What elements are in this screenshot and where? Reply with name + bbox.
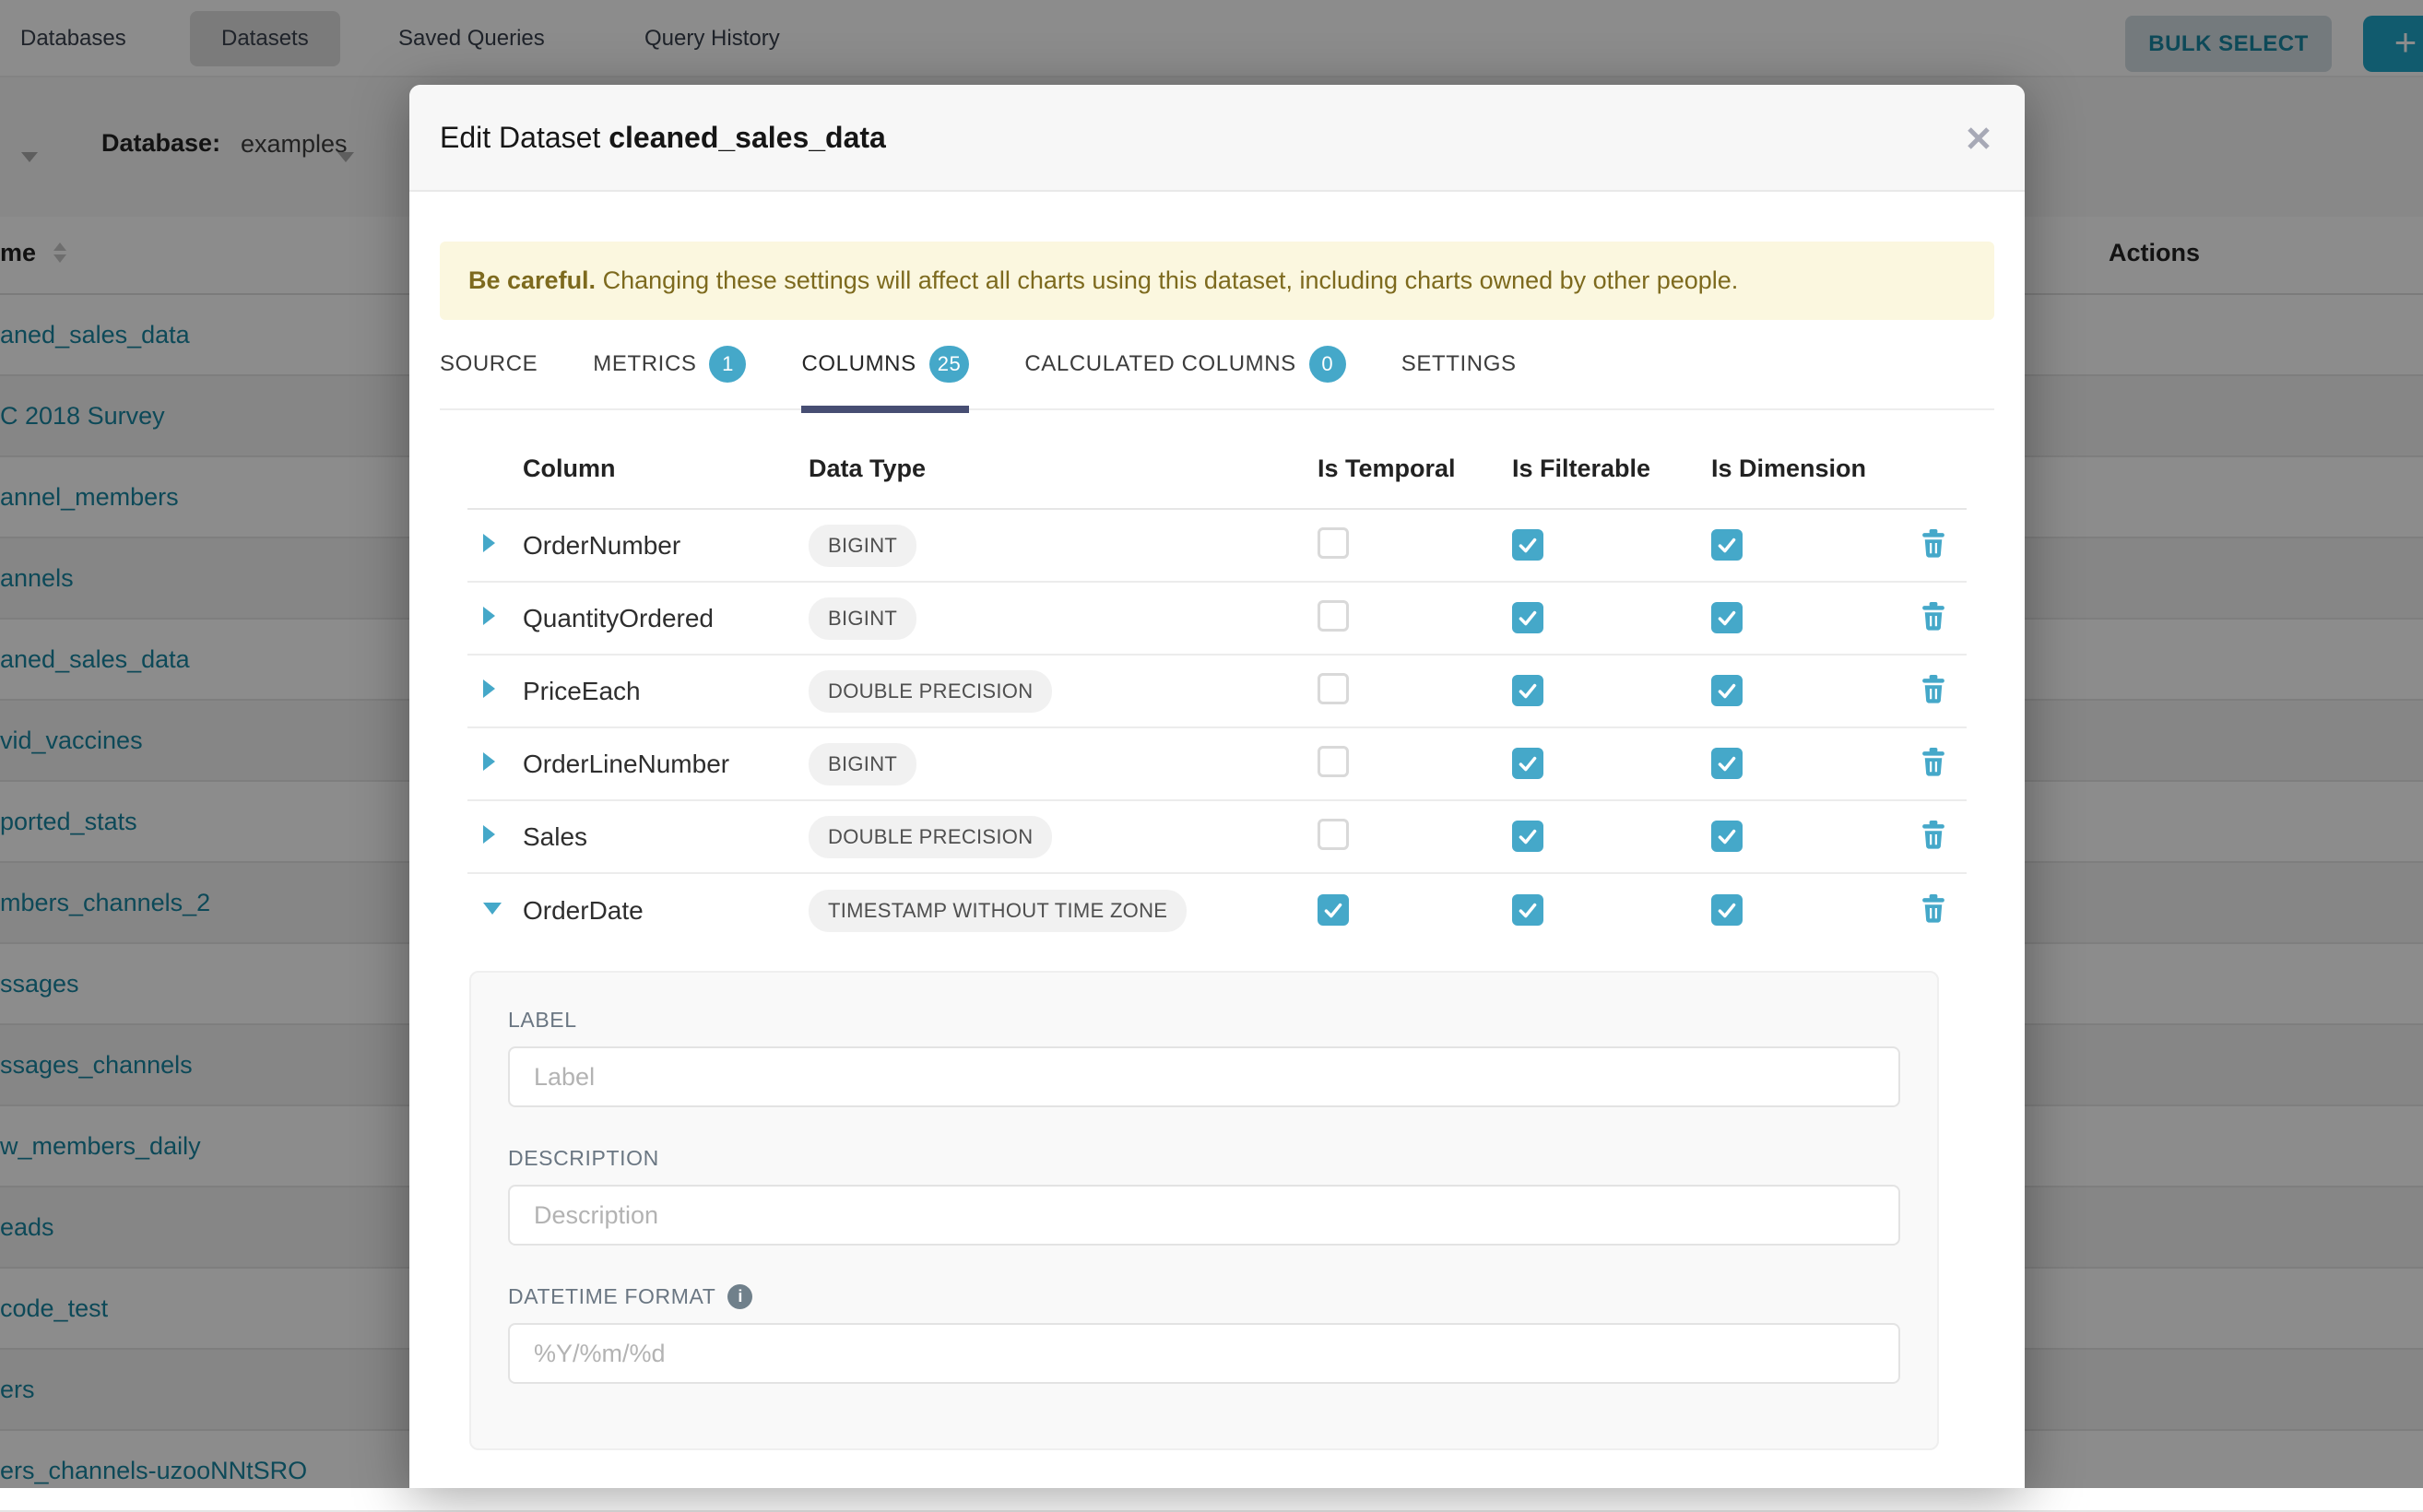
modal-header: Edit Dataset cleaned_sales_data <box>409 85 2025 192</box>
modal-title-prefix: Edit Dataset <box>440 121 609 154</box>
trash-icon[interactable] <box>1920 600 1947 632</box>
is-filterable-checkbox[interactable] <box>1512 821 1543 852</box>
is-filterable-checkbox[interactable] <box>1512 602 1543 633</box>
column-name: QuantityOrdered <box>523 604 809 633</box>
warning-text: Changing these settings will affect all … <box>596 266 1738 294</box>
is-temporal-checkbox[interactable] <box>1318 819 1349 850</box>
modal-title-dataset-name: cleaned_sales_data <box>609 121 886 154</box>
text-input[interactable] <box>508 1185 1900 1246</box>
is-dimension-checkbox[interactable] <box>1711 529 1743 561</box>
data-type-pill: BIGINT <box>809 525 916 567</box>
is-temporal-header: Is Temporal <box>1318 455 1512 483</box>
field-description: DESCRIPTION i <box>508 1146 1900 1246</box>
field-datetime-format: DATETIME FORMAT i <box>508 1284 1900 1384</box>
trash-icon[interactable] <box>1920 673 1947 704</box>
column-row: OrderLineNumber BIGINT <box>467 728 1967 801</box>
trash-icon[interactable] <box>1920 746 1947 777</box>
data-type-pill: DOUBLE PRECISION <box>809 670 1052 713</box>
is-dimension-checkbox[interactable] <box>1711 894 1743 926</box>
is-dimension-checkbox[interactable] <box>1711 602 1743 633</box>
close-icon[interactable] <box>1964 124 1993 153</box>
count-badge: 0 <box>1309 346 1346 383</box>
tab-columns[interactable]: COLUMNS 25 <box>801 320 969 408</box>
text-input[interactable] <box>508 1046 1900 1107</box>
is-dimension-checkbox[interactable] <box>1711 675 1743 706</box>
expand-caret-icon[interactable] <box>483 903 502 915</box>
column-row: QuantityOrdered BIGINT <box>467 583 1967 656</box>
tab-calculated-columns[interactable]: CALCULATED COLUMNS 0 <box>1024 320 1345 408</box>
is-dimension-checkbox[interactable] <box>1711 748 1743 779</box>
warning-bold: Be careful. <box>468 266 596 294</box>
tab-metrics[interactable]: METRICS 1 <box>593 320 746 408</box>
is-filterable-checkbox[interactable] <box>1512 894 1543 926</box>
is-dimension-header: Is Dimension <box>1711 455 1900 483</box>
is-temporal-checkbox[interactable] <box>1318 527 1349 559</box>
is-filterable-header: Is Filterable <box>1512 455 1711 483</box>
data-type-pill: BIGINT <box>809 597 916 640</box>
column-detail-panel: LABEL i DESCRIPTION i DATETIME FORMAT i <box>469 971 1939 1450</box>
is-temporal-checkbox[interactable] <box>1318 600 1349 632</box>
columns-table-header: Column Data Type Is Temporal Is Filterab… <box>467 429 1967 510</box>
field-label: DATETIME FORMAT <box>508 1284 715 1309</box>
field-label: LABEL i <box>508 1008 1900 1107</box>
column-row: OrderDate TIMESTAMP WITHOUT TIME ZONE <box>467 874 1967 947</box>
column-header: Column <box>523 455 809 483</box>
is-filterable-checkbox[interactable] <box>1512 675 1543 706</box>
info-icon[interactable]: i <box>727 1284 752 1309</box>
column-name: OrderNumber <box>523 531 809 561</box>
expand-caret-icon[interactable] <box>483 607 495 625</box>
field-label: DESCRIPTION <box>508 1146 659 1171</box>
warning-banner: Be careful. Changing these settings will… <box>440 242 1994 320</box>
count-badge: 25 <box>929 346 970 383</box>
column-name: PriceEach <box>523 677 809 706</box>
column-name: Sales <box>523 822 809 852</box>
expand-caret-icon[interactable] <box>483 752 495 771</box>
data-type-pill: DOUBLE PRECISION <box>809 816 1052 858</box>
edit-dataset-modal: Edit Dataset cleaned_sales_data Be caref… <box>409 85 2025 1488</box>
modal-body: Be careful. Changing these settings will… <box>409 242 2025 1450</box>
tab-source[interactable]: SOURCE <box>440 320 538 408</box>
column-name: OrderDate <box>523 896 809 926</box>
is-temporal-checkbox[interactable] <box>1318 894 1349 926</box>
text-input[interactable] <box>508 1323 1900 1384</box>
column-name: OrderLineNumber <box>523 750 809 779</box>
modal-title: Edit Dataset cleaned_sales_data <box>440 121 886 155</box>
trash-icon[interactable] <box>1920 892 1947 924</box>
column-row: OrderNumber BIGINT <box>467 510 1967 583</box>
is-temporal-checkbox[interactable] <box>1318 746 1349 777</box>
is-dimension-checkbox[interactable] <box>1711 821 1743 852</box>
expand-caret-icon[interactable] <box>483 534 495 552</box>
trash-icon[interactable] <box>1920 819 1947 850</box>
is-filterable-checkbox[interactable] <box>1512 748 1543 779</box>
is-temporal-checkbox[interactable] <box>1318 673 1349 704</box>
column-row: Sales DOUBLE PRECISION <box>467 801 1967 874</box>
column-row: PriceEach DOUBLE PRECISION <box>467 656 1967 728</box>
tab-settings[interactable]: SETTINGS <box>1401 320 1517 408</box>
is-filterable-checkbox[interactable] <box>1512 529 1543 561</box>
data-type-header: Data Type <box>809 455 1318 483</box>
expand-caret-icon[interactable] <box>483 679 495 698</box>
field-label: LABEL <box>508 1008 577 1033</box>
expand-caret-icon[interactable] <box>483 825 495 844</box>
trash-icon[interactable] <box>1920 527 1947 559</box>
data-type-pill: TIMESTAMP WITHOUT TIME ZONE <box>809 890 1187 932</box>
modal-tabs: SOURCE METRICS 1 COLUMNS 25 CALCULATED C… <box>440 320 1994 410</box>
data-type-pill: BIGINT <box>809 743 916 786</box>
count-badge: 1 <box>709 346 746 383</box>
columns-table: Column Data Type Is Temporal Is Filterab… <box>467 429 1967 947</box>
